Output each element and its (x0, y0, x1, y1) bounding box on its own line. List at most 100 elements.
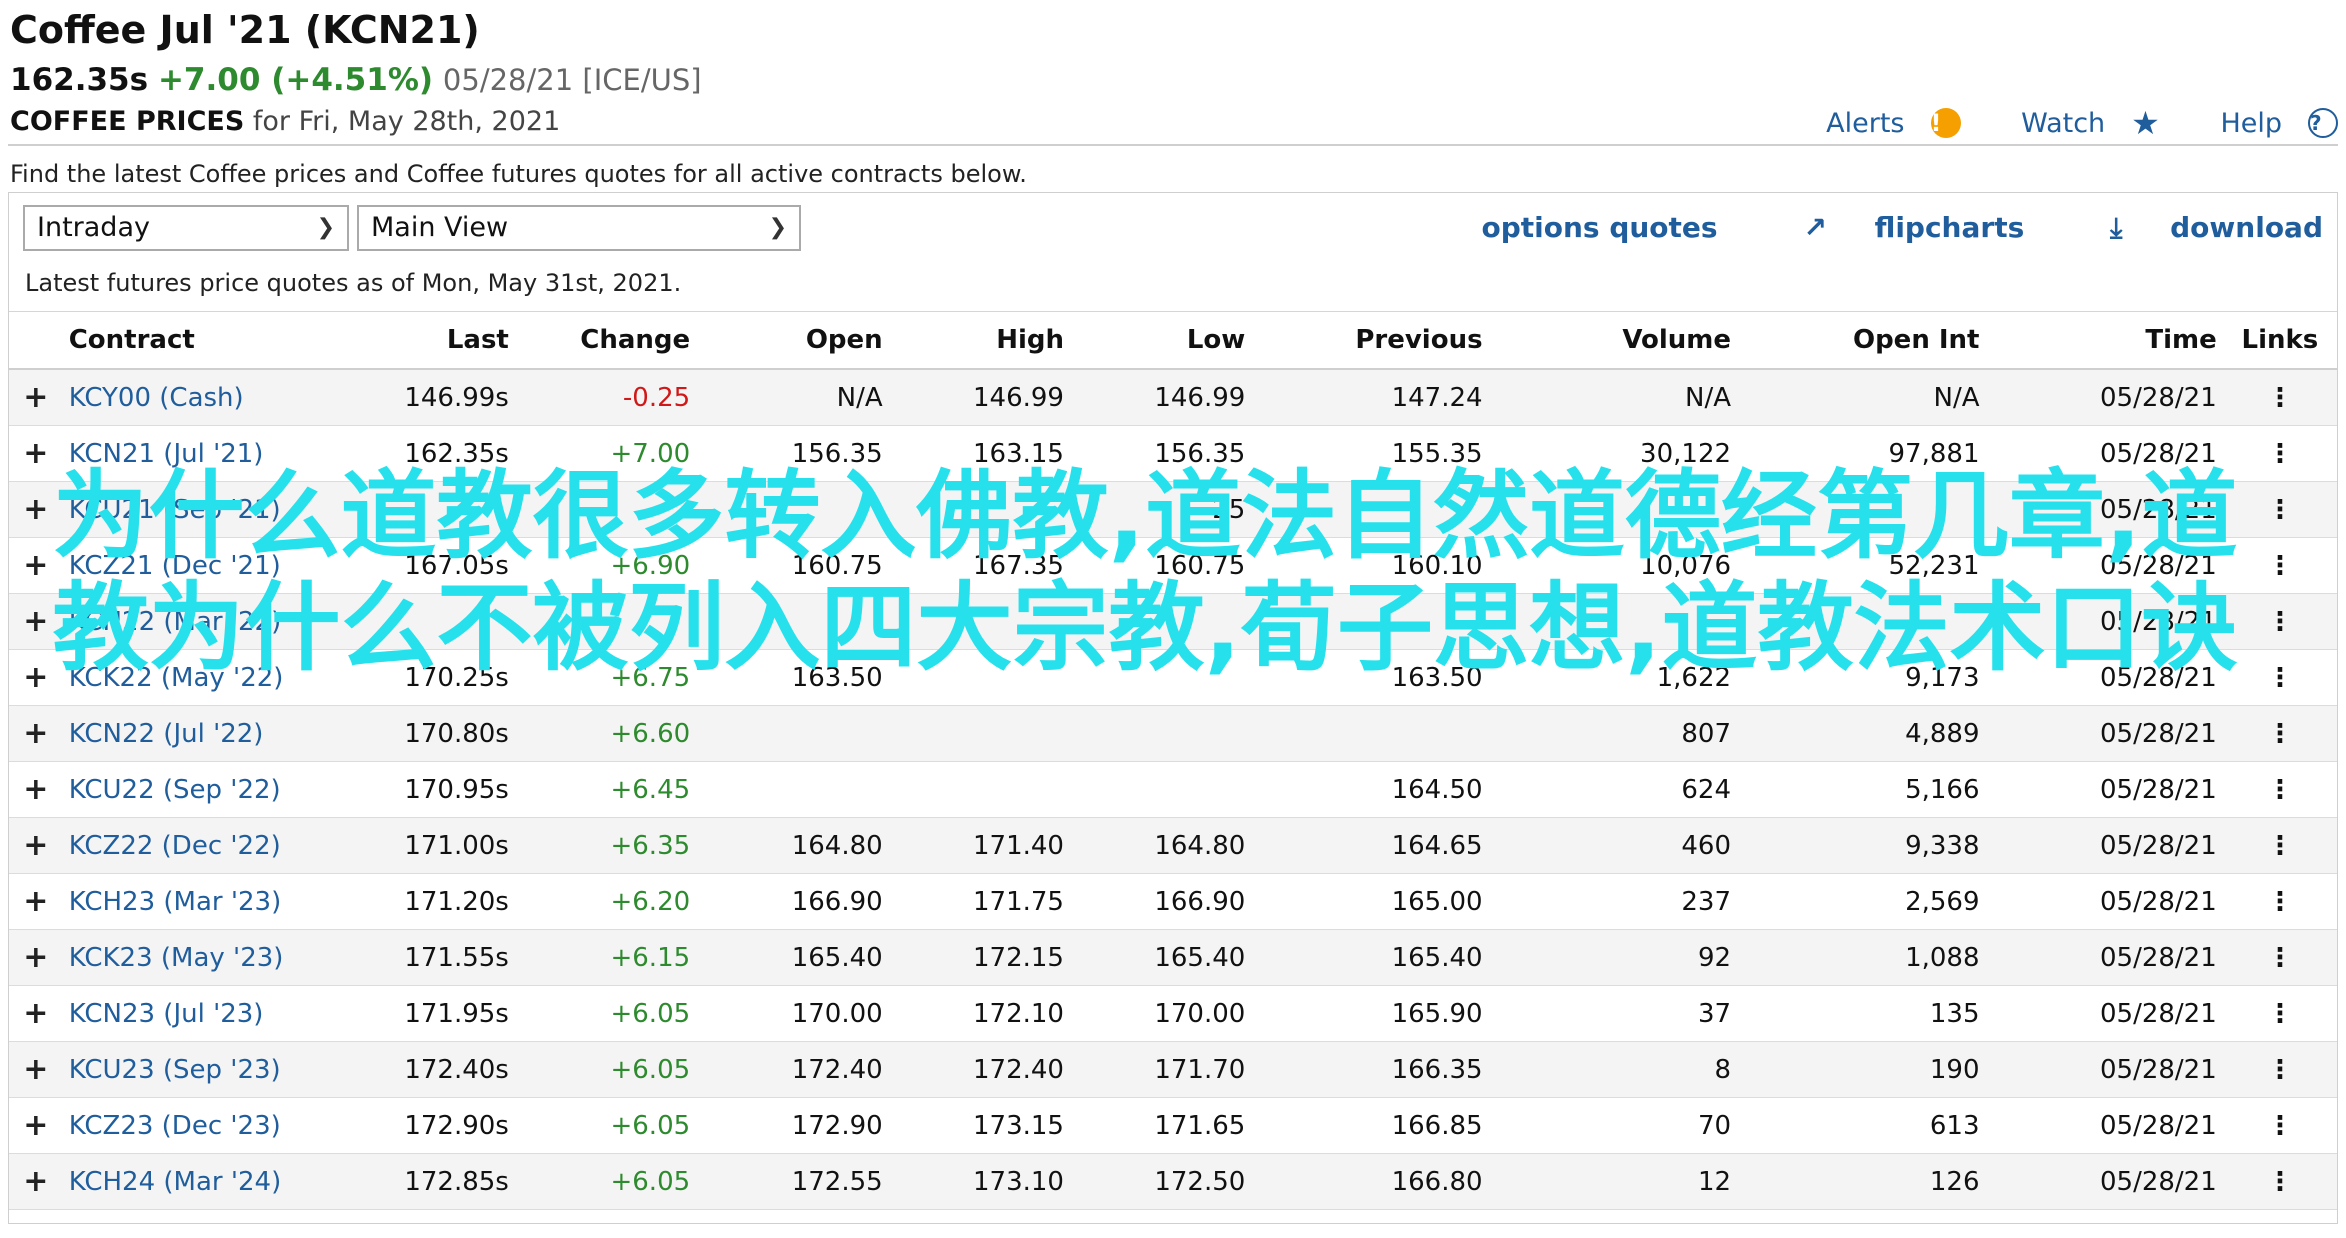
as-of-text: Latest futures price quotes as of Mon, M… (25, 269, 682, 297)
contract-link[interactable]: KCZ21 (Dec '21) (62, 537, 345, 594)
contract-link[interactable]: KCU21 (Sep '21) (62, 481, 345, 538)
cell-volume (1488, 593, 1738, 650)
more-options-icon[interactable]: ⋮ (2222, 873, 2337, 930)
cell-last: 146.99s (344, 369, 515, 426)
contract-link[interactable]: KCZ23 (Dec '23) (62, 1097, 345, 1154)
expand-plus-icon[interactable]: + (9, 761, 63, 818)
cell-open-int (1737, 593, 1986, 650)
flipcharts-link[interactable]: ↗ flipcharts (1765, 211, 2024, 244)
more-options-icon[interactable]: ⋮ (2222, 985, 2337, 1042)
expand-plus-icon[interactable]: + (9, 537, 63, 594)
more-options-icon[interactable]: ⋮ (2222, 593, 2337, 650)
chart-trend-icon: ↗ (1803, 211, 1827, 244)
watch-link[interactable]: Watch ★ (1995, 104, 2160, 142)
prices-label: COFFEE PRICES (10, 106, 245, 137)
column-header[interactable]: Low (1069, 311, 1252, 370)
more-options-icon[interactable]: ⋮ (2222, 369, 2337, 426)
cell-low: 170.00 (1069, 985, 1252, 1042)
column-header[interactable]: Volume (1488, 311, 1738, 370)
expand-column (9, 311, 63, 370)
expand-plus-icon[interactable]: + (9, 369, 63, 426)
contract-link[interactable]: KCZ22 (Dec '22) (62, 817, 345, 874)
options-quotes-link[interactable]: options quotes (1481, 211, 1717, 244)
more-options-icon[interactable]: ⋮ (2222, 481, 2337, 538)
column-header[interactable]: Open Int (1737, 311, 1986, 370)
table-row: + KCZ23 (Dec '23) 172.90s +6.05 172.90 173.15… (9, 1097, 2337, 1154)
more-options-icon[interactable]: ⋮ (2222, 817, 2337, 874)
expand-plus-icon[interactable]: + (9, 705, 63, 762)
expand-plus-icon[interactable]: + (9, 873, 63, 930)
cell-previous: 165.90 (1251, 985, 1489, 1042)
more-options-icon[interactable]: ⋮ (2222, 649, 2337, 706)
cell-change (514, 593, 697, 650)
contract-link[interactable]: KCN22 (Jul '22) (62, 705, 345, 762)
column-header[interactable]: Open (696, 311, 889, 370)
expand-plus-icon[interactable]: + (9, 593, 63, 650)
more-options-icon[interactable]: ⋮ (2222, 1097, 2337, 1154)
expand-plus-icon[interactable]: + (9, 929, 63, 986)
last-price: 162.35s (10, 62, 149, 98)
cell-high (888, 481, 1070, 538)
more-options-icon[interactable]: ⋮ (2222, 425, 2337, 482)
more-options-icon[interactable]: ⋮ (2222, 1153, 2337, 1210)
cell-time: 05/28/21 (1985, 425, 2223, 482)
alerts-link[interactable]: Alerts! (1800, 108, 1961, 139)
cell-change: -0.25 (514, 369, 697, 426)
more-options-icon[interactable]: ⋮ (2222, 705, 2337, 762)
table-row: + KCH24 (Mar '24) 172.85s +6.05 172.55 173.10… (9, 1153, 2337, 1210)
cell-open-int: 190 (1737, 1041, 1986, 1098)
more-options-icon[interactable]: ⋮ (2222, 537, 2337, 594)
column-header[interactable]: Last (344, 311, 515, 370)
cell-last: 172.90s (344, 1097, 515, 1154)
chevron-down-icon: ❯ (768, 215, 787, 240)
cell-volume: 10,076 (1488, 537, 1738, 594)
expand-plus-icon[interactable]: + (9, 817, 63, 874)
price-change: +7.00 (+4.51%) (157, 62, 434, 98)
expand-plus-icon[interactable]: + (9, 425, 63, 482)
alert-icon: ! (1930, 108, 1961, 138)
expand-plus-icon[interactable]: + (9, 649, 63, 706)
expand-plus-icon[interactable]: + (9, 1041, 63, 1098)
view-select[interactable]: Main View ❯ (357, 205, 801, 251)
period-select[interactable]: Intraday ❯ (23, 205, 349, 251)
expand-plus-icon[interactable]: + (9, 481, 63, 538)
contract-link[interactable]: KCY00 (Cash) (62, 369, 345, 426)
help-link[interactable]: Help? (2194, 108, 2338, 139)
table-header-row: Contract Last Change Open High Low Previ… (9, 311, 2337, 370)
contract-link[interactable]: KCH23 (Mar '23) (62, 873, 345, 930)
column-header[interactable]: Time (1985, 311, 2223, 370)
cell-high (888, 649, 1070, 706)
contract-link[interactable]: KCK23 (May '23) (62, 929, 345, 986)
cell-time: 05/28/21 (1985, 705, 2223, 762)
expand-plus-icon[interactable]: + (9, 1097, 63, 1154)
page-title: Coffee Jul '21 (KCN21) (10, 8, 480, 52)
cell-last: 171.95s (344, 985, 515, 1042)
column-header[interactable]: Previous (1251, 311, 1489, 370)
download-link[interactable]: ⤓ download (2072, 211, 2323, 244)
cell-last: 170.80s (344, 705, 515, 762)
cell-previous (1251, 481, 1489, 538)
table-row: + KCK23 (May '23) 171.55s +6.15 165.40 172.15… (9, 929, 2337, 986)
contract-link[interactable]: KCU22 (Sep '22) (62, 761, 345, 818)
contract-link[interactable]: KCU23 (Sep '23) (62, 1041, 345, 1098)
cell-previous (1251, 705, 1489, 762)
cell-previous: 160.10 (1251, 537, 1489, 594)
contract-link[interactable]: KCH24 (Mar '24) (62, 1153, 345, 1210)
contract-link[interactable]: KCN23 (Jul '23) (62, 985, 345, 1042)
column-header[interactable]: High (888, 311, 1070, 370)
cell-low: 156.35 (1069, 425, 1252, 482)
cell-open: 166.90 (696, 873, 889, 930)
table-row: + KCZ22 (Dec '22) 171.00s +6.35 164.80 171.40… (9, 817, 2337, 874)
contract-link[interactable]: KCH22 (Mar '22) (62, 593, 345, 650)
prices-date: for Fri, May 28th, 2021 (252, 106, 561, 137)
contract-link[interactable]: KCK22 (May '22) (62, 649, 345, 706)
more-options-icon[interactable]: ⋮ (2222, 761, 2337, 818)
column-header[interactable]: Contract (62, 311, 345, 370)
column-header[interactable]: Change (514, 311, 697, 370)
more-options-icon[interactable]: ⋮ (2222, 1041, 2337, 1098)
more-options-icon[interactable]: ⋮ (2222, 929, 2337, 986)
expand-plus-icon[interactable]: + (9, 1153, 63, 1210)
expand-plus-icon[interactable]: + (9, 985, 63, 1042)
contract-link[interactable]: KCN21 (Jul '21) (62, 425, 345, 482)
cell-open: 156.35 (696, 425, 889, 482)
